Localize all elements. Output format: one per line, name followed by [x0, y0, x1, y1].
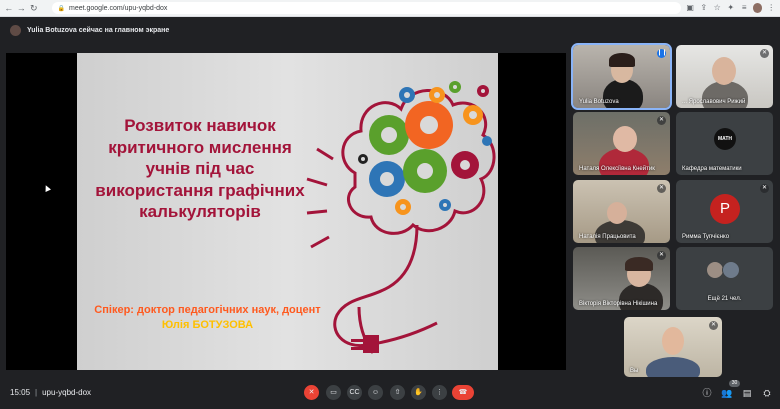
info-icon[interactable]: ⓘ: [701, 387, 713, 399]
address-bar[interactable]: 🔒 meet.google.com/upu-yqbd-dox: [51, 2, 682, 14]
participant-video: [646, 357, 700, 377]
participant-name: Наталія Працьовита: [579, 234, 636, 240]
activities-icon[interactable]: ⛭: [761, 387, 773, 399]
mouse-cursor: [43, 184, 51, 192]
reload-icon[interactable]: ↻: [29, 3, 39, 13]
participant-tile[interactable]: ❙❙ Yulia Botuzova: [571, 43, 672, 110]
participant-avatar: Р: [710, 194, 740, 224]
meeting-info: 15:05 | upu-yqbd-dox: [10, 388, 91, 397]
address-url: meet.google.com/upu-yqbd-dox: [68, 4, 168, 12]
menu-icon[interactable]: ⋮: [766, 3, 776, 13]
participant-tile[interactable]: ✕ ... Ярославович Рижий: [676, 45, 773, 108]
mic-off-icon: ✕: [760, 49, 769, 58]
presentation-slide: Розвиток навичок критичного мислення учн…: [77, 53, 498, 370]
math-logo: MATH: [714, 128, 736, 150]
more-participants-label: Ещё 21 чел.: [707, 296, 742, 302]
participant-name: Кафедра математики: [682, 166, 742, 172]
main-presentation[interactable]: Розвиток навичок критичного мислення учн…: [6, 53, 566, 370]
mic-off-icon: ✕: [657, 116, 666, 125]
participant-name: ... Ярославович Рижий: [682, 99, 746, 105]
back-icon[interactable]: ←: [4, 3, 14, 13]
participant-tile[interactable]: MATH Кафедра математики: [676, 112, 773, 175]
share-icon[interactable]: ⇪: [699, 3, 709, 13]
participant-hair: [625, 257, 653, 271]
brain-gears-illustration: [306, 81, 496, 354]
participant-tile[interactable]: ✕ Вікторія Вікторівна Нікішина: [573, 247, 670, 310]
speaking-indicator-icon: ❙❙: [657, 49, 668, 58]
reading-list-icon[interactable]: ≡: [739, 3, 749, 13]
raise-hand-button[interactable]: ✋: [411, 385, 426, 400]
emoji-button[interactable]: ☺: [368, 385, 383, 400]
presenter-avatar: [10, 24, 21, 36]
participant-name: Римма Тупчієнко: [682, 234, 730, 240]
camera-indicator-icon[interactable]: ▣: [685, 3, 695, 13]
presenting-text: Yulia Botuzova сейчас на главном экране: [27, 26, 170, 34]
participant-thumb: [722, 261, 740, 279]
participant-face: [613, 126, 637, 152]
participant-face: [607, 202, 627, 224]
participant-tile[interactable]: ✕ Наталія Працьовита: [573, 180, 670, 243]
participant-name: Наталя Олексіївна Кнейтик: [579, 166, 655, 172]
star-icon[interactable]: ☆: [712, 3, 722, 13]
profile-avatar[interactable]: [752, 3, 763, 13]
speaker-name: Юлія БОТУЗОВА: [161, 319, 254, 331]
mic-off-icon: ✕: [657, 184, 666, 193]
browser-toolbar: ← → ↻ 🔒 meet.google.com/upu-yqbd-dox ▣ ⇪…: [0, 0, 780, 17]
participant-hair: [609, 53, 635, 67]
extensions-icon[interactable]: ✦: [726, 3, 736, 13]
meeting-code: upu-yqbd-dox: [42, 388, 92, 397]
people-icon[interactable]: 👥: [721, 387, 733, 399]
participant-face: [662, 327, 684, 355]
mic-off-icon: ✕: [709, 321, 718, 330]
more-options-button[interactable]: ⋮: [432, 385, 447, 400]
participants-count-badge: 30: [729, 380, 740, 387]
present-button[interactable]: ⇧: [390, 385, 405, 400]
mic-off-icon: ✕: [657, 251, 666, 260]
current-time: 15:05: [10, 388, 31, 397]
mic-toggle-button[interactable]: ✕: [304, 385, 319, 400]
participant-tile[interactable]: Р ✕ Римма Тупчієнко: [676, 180, 773, 243]
separator: |: [35, 388, 38, 397]
presenting-banner: Yulia Botuzova сейчас на главном экране: [6, 22, 774, 38]
participant-tile[interactable]: ✕ Наталя Олексіївна Кнейтик: [573, 112, 670, 175]
participant-name: Вы: [630, 368, 639, 374]
forward-icon[interactable]: →: [17, 3, 27, 13]
control-bar: 15:05 | upu-yqbd-dox ✕ ▭ CC ☺ ⇧ ✋ ⋮ ☎ ⓘ …: [0, 378, 780, 409]
chat-icon[interactable]: ▤: [741, 387, 753, 399]
participant-name: Yulia Botuzova: [579, 99, 619, 105]
end-call-button[interactable]: ☎: [452, 385, 474, 400]
lock-icon: 🔒: [57, 5, 65, 12]
participant-face: [712, 57, 736, 85]
mic-off-icon: ✕: [760, 184, 769, 193]
self-view-tile[interactable]: ✕ Вы: [624, 317, 722, 377]
participant-name: Вікторія Вікторівна Нікішина: [579, 301, 658, 307]
captions-button[interactable]: CC: [347, 385, 362, 400]
camera-toggle-button[interactable]: ▭: [326, 385, 341, 400]
more-participants-tile[interactable]: Ещё 21 чел.: [676, 247, 773, 310]
